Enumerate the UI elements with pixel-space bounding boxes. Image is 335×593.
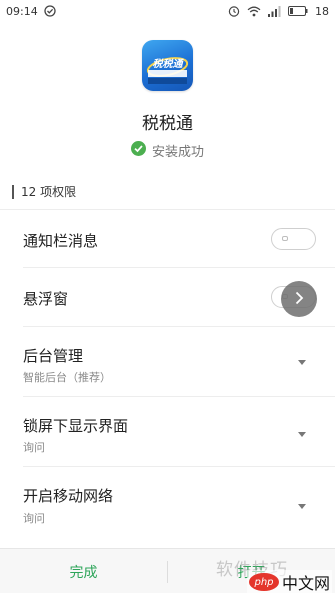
install-status-text: 安装成功 (151, 145, 204, 160)
notification-toggle[interactable] (271, 228, 316, 250)
app-name: 税税通 (142, 114, 193, 134)
permission-title: 悬浮窗 (23, 290, 69, 308)
permission-row-mobile-network[interactable]: 开启移动网络 询问 (0, 467, 335, 537)
app-icon: 税税通 (142, 40, 193, 91)
permission-value: 询问 (23, 441, 45, 454)
check-circle-icon (130, 141, 146, 160)
status-bar: 09:14 18 (0, 0, 335, 22)
permission-value: 询问 (23, 512, 45, 525)
section-marker (12, 184, 14, 199)
app-icon-text: 税税通 (152, 59, 183, 70)
permission-row-background-management[interactable]: 后台管理 智能后台（推荐） (0, 327, 335, 397)
php-logo-mark: php (249, 573, 279, 591)
permission-row-notification[interactable]: 通知栏消息 (0, 210, 335, 268)
sync-check-icon (44, 5, 56, 17)
toggle-off-indicator (282, 236, 288, 241)
signal-icon (268, 5, 281, 17)
app-header: 税税通 税税通 安装成功 (0, 40, 335, 160)
permission-title: 锁屏下显示界面 (23, 417, 129, 435)
battery-level: 18 (315, 4, 329, 18)
permission-title: 后台管理 (23, 347, 84, 365)
status-time: 09:14 (6, 4, 38, 18)
permission-title: 通知栏消息 (23, 232, 99, 250)
alarm-icon (228, 5, 240, 17)
dropdown-arrow-icon[interactable] (298, 360, 306, 365)
permission-value: 智能后台（推荐） (23, 371, 111, 384)
permissions-header: 12 项权限 (12, 183, 76, 200)
floating-assistive-button[interactable] (281, 281, 317, 317)
dropdown-arrow-icon[interactable] (298, 432, 306, 437)
chevron-right-icon (293, 290, 305, 309)
wifi-icon (247, 6, 261, 17)
php-logo: php 中文网 (247, 570, 333, 593)
done-button[interactable]: 完成 (0, 549, 167, 593)
php-logo-text: 中文网 (282, 574, 331, 593)
permissions-count-label: 12 项权限 (21, 185, 77, 199)
install-status: 安装成功 (0, 141, 335, 160)
permission-row-lock-screen[interactable]: 锁屏下显示界面 询问 (0, 397, 335, 467)
dropdown-arrow-icon[interactable] (298, 504, 306, 509)
permission-title: 开启移动网络 (23, 487, 114, 505)
battery-icon (288, 6, 308, 16)
